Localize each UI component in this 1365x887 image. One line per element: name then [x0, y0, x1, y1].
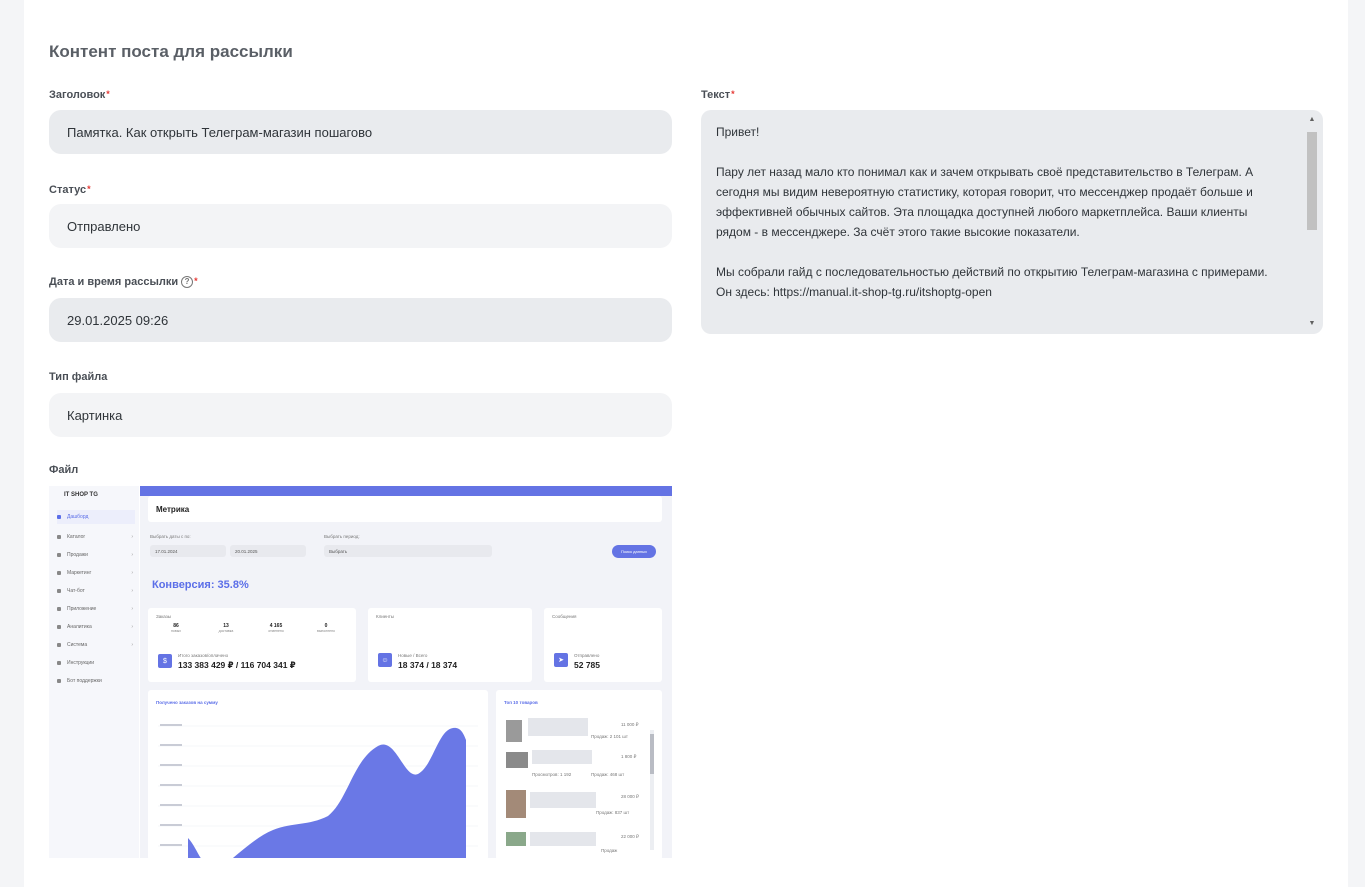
preview-main: Метрика Выбрать даты с по: 17.01.2024 20…	[140, 486, 672, 858]
product-views: Просмотров: 1 192	[532, 772, 572, 777]
required-mark: *	[194, 276, 198, 286]
preview-top-title: Топ 10 товаров	[504, 700, 538, 705]
preview-sidebar-item: Приложение ›	[57, 602, 135, 616]
users-icon: ☺	[378, 653, 392, 667]
product-sales: Продаж: 2 101 шт	[591, 734, 628, 739]
file-type-select[interactable]: Картинка	[49, 393, 672, 437]
datetime-field[interactable]: 29.01.2025 09:26	[49, 298, 672, 342]
preview-messages-card: Сообщения ➤ Отправлено 52 785	[544, 608, 662, 682]
product-thumb	[506, 720, 522, 742]
preview-topbar	[140, 486, 672, 496]
preview-sidebar-item: Маркетинг ›	[57, 566, 135, 580]
preview-orders-total: 133 383 429 ₽ / 116 704 341 ₽	[178, 660, 296, 670]
preview-sidebar: IT SHOP TG Дашборд Каталог › Продажи › Мар…	[49, 486, 139, 858]
text-label: Текст*	[701, 89, 735, 101]
preview-sidebar-item: Чат-бот ›	[57, 584, 135, 598]
preview-orders-card: Заказы 86 новых 13 доставка 4 165 отменено …	[148, 608, 356, 682]
product-sales: Продаж: 468 шт	[591, 772, 625, 777]
text-area[interactable]: Привет! Пару лет назад мало кто понимал …	[701, 110, 1323, 334]
product-thumb	[506, 752, 528, 768]
product-price: 11 000 ₽	[621, 722, 639, 727]
datetime-label: Дата и время рассылки? *	[49, 276, 198, 289]
text-scrollbar[interactable]: ▲ ▼	[1305, 114, 1319, 330]
product-name-blur	[528, 718, 588, 736]
preview-period-label: Выбрать период:	[324, 534, 360, 539]
product-price: 22 000 ₽	[621, 834, 639, 839]
product-sales: Продаж: 837 шт	[596, 810, 630, 815]
text-label-text: Текст	[701, 89, 731, 101]
file-preview-image[interactable]: IT SHOP TG Дашборд Каталог › Продажи › Мар…	[49, 486, 672, 858]
preview-date-to: 20.01.2025	[230, 545, 306, 557]
required-mark: *	[731, 89, 735, 99]
status-label-text: Статус	[49, 184, 87, 196]
preview-orders-total-label: Итого заказов/оплачено	[178, 653, 229, 658]
preview-sidebar-item: Бот поддержки	[57, 674, 135, 688]
preview-search-button: Поиск данных	[612, 545, 656, 558]
product-name-blur	[530, 792, 596, 808]
preview-page-title: Метрика	[156, 505, 190, 514]
preview-messages-title: Сообщения	[552, 614, 577, 619]
product-price: 28 000 ₽	[621, 794, 639, 799]
preview-clients-sub: Новые / Всего	[398, 653, 428, 658]
text-paragraph: Пару лет назад мало кто понимал как и за…	[716, 165, 1254, 239]
preview-logo: IT SHOP TG	[64, 492, 98, 498]
preview-sidebar-item: Дашборд	[57, 510, 135, 524]
preview-orders-title: Заказы	[156, 614, 172, 619]
file-type-value: Картинка	[67, 407, 123, 423]
preview-clients-value: 18 374 / 18 374	[398, 660, 458, 670]
file-type-label: Тип файла	[49, 371, 108, 383]
title-label-text: Заголовок	[49, 89, 106, 101]
product-thumb	[506, 790, 526, 818]
text-paragraph: Привет!	[716, 125, 760, 139]
preview-sidebar-item: Продажи ›	[57, 548, 135, 562]
scroll-down-arrow-icon[interactable]: ▼	[1305, 318, 1319, 330]
post-content-card: Контент поста для рассылки Заголовок* Па…	[24, 0, 1348, 887]
product-name-blur	[530, 832, 596, 846]
help-icon[interactable]: ?	[181, 276, 194, 289]
preview-stat: 13 доставка	[218, 623, 234, 633]
preview-clients-card: Клиенты ☺ Новые / Всего 18 374 / 18 374	[368, 608, 532, 682]
scrollbar-thumb[interactable]	[1307, 132, 1317, 230]
status-select[interactable]: Отправлено	[49, 204, 672, 248]
title-label: Заголовок*	[49, 89, 110, 101]
preview-area-chart	[158, 724, 478, 858]
scroll-up-arrow-icon[interactable]: ▲	[1305, 114, 1319, 126]
preview-messages-sub: Отправлено	[574, 653, 600, 658]
product-sales: Продаж	[601, 848, 618, 853]
preview-clients-title: Клиенты	[376, 614, 395, 619]
preview-sidebar-item: Инструкции	[57, 656, 135, 670]
preview-stat: 4 165 отменено	[268, 623, 284, 633]
preview-date-label: Выбрать даты с по:	[150, 534, 191, 539]
title-value: Памятка. Как открыть Телеграм-магазин по…	[67, 124, 373, 140]
preview-messages-value: 52 785	[574, 660, 600, 670]
preview-sidebar-item: Система ›	[57, 638, 135, 652]
preview-conversion: Конверсия: 35.8%	[152, 579, 249, 591]
send-icon: ➤	[554, 653, 568, 667]
status-value: Отправлено	[67, 218, 141, 234]
product-thumb	[506, 832, 526, 846]
text-paragraph: Мы собрали гайд с последовательностью де…	[716, 265, 1268, 299]
preview-scrollbar	[650, 730, 654, 850]
product-name-blur	[532, 750, 592, 764]
preview-stat: 0 выполнено	[317, 623, 335, 633]
preview-chart-card: Получено заказов на сумму	[148, 690, 488, 858]
preview-stat: 86 новых	[170, 623, 181, 633]
title-field[interactable]: Памятка. Как открыть Телеграм-магазин по…	[49, 110, 672, 154]
preview-sidebar-item: Каталог ›	[57, 530, 135, 544]
file-label: Файл	[49, 464, 79, 476]
required-mark: *	[106, 89, 110, 99]
datetime-label-text: Дата и время рассылки	[49, 276, 179, 288]
section-title: Контент поста для рассылки	[49, 42, 293, 61]
ruble-icon: $	[158, 654, 172, 668]
preview-date-from: 17.01.2024	[150, 545, 226, 557]
preview-sidebar-item: Аналитика ›	[57, 620, 135, 634]
datetime-value: 29.01.2025 09:26	[67, 312, 169, 328]
preview-period-select: Выбрать	[324, 545, 492, 557]
status-label: Статус*	[49, 184, 91, 196]
required-mark: *	[87, 184, 91, 194]
product-price: 1 800 ₽	[621, 754, 637, 759]
preview-header: Метрика	[148, 496, 662, 522]
preview-top-products-card: Топ 10 товаров 11 000 ₽ Продаж: 2 101 шт…	[496, 690, 662, 858]
